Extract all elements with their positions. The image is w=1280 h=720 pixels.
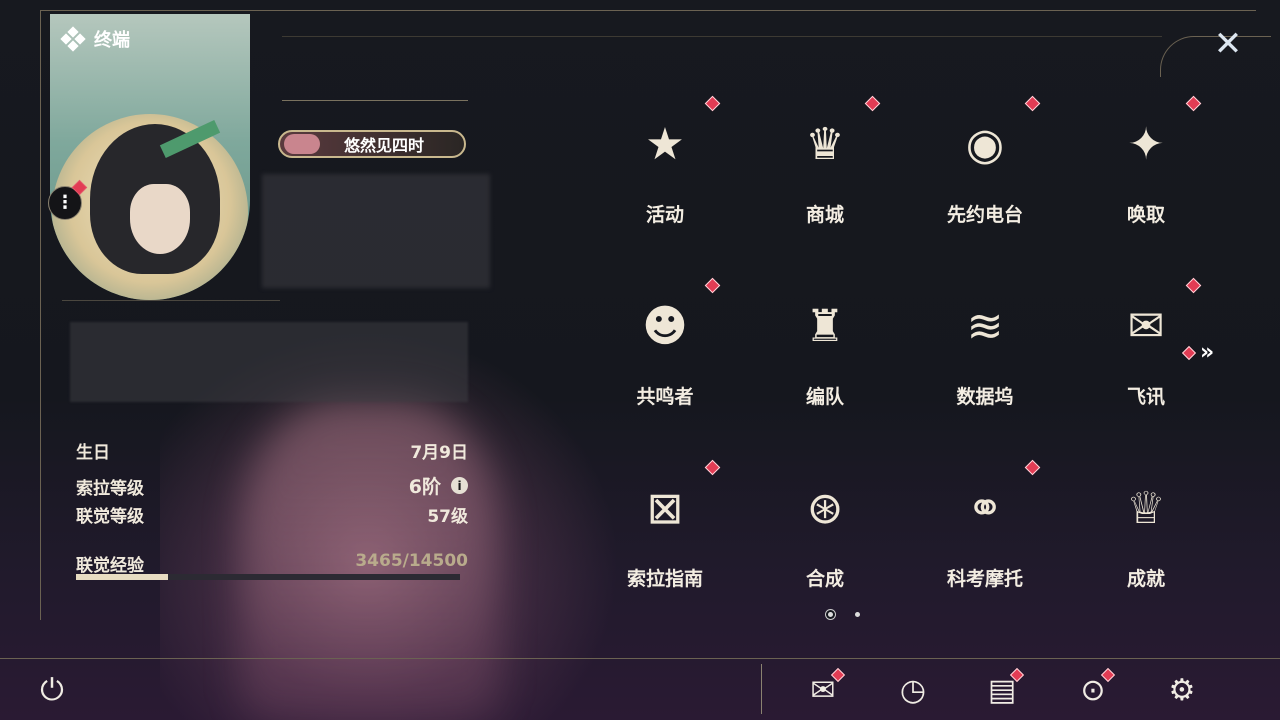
bottom-separator [761, 664, 762, 714]
blurred-name-area [262, 174, 490, 288]
radio-vinyl-icon: ◉ [965, 118, 1005, 170]
notification-badge [704, 95, 721, 112]
notes-icon[interactable]: ▤ [982, 667, 1025, 708]
menu-tile-label: 数据坞 [956, 386, 1014, 408]
menu-tile-label: 先约电台 [946, 204, 1023, 226]
guide-book-icon: ⊠ [646, 482, 684, 534]
blurred-signature-area [70, 322, 468, 402]
menu-tile-9[interactable]: ⊛ 合成 [744, 458, 906, 594]
sola-level-label: 索拉等级 [76, 479, 144, 499]
title-badge-thumb [284, 134, 320, 154]
menu-tile-label: 飞讯 [1126, 386, 1165, 408]
exp-label: 联觉经验 [76, 556, 144, 576]
notification-badge [1024, 459, 1041, 476]
menu-tile-label: 索拉指南 [626, 568, 703, 590]
diamond-cluster-icon [60, 26, 86, 52]
power-icon[interactable]: ⏻ [34, 672, 70, 708]
menu-tile-label: 唤取 [1126, 204, 1165, 226]
menu-tile-label: 编队 [805, 386, 844, 408]
title-badge[interactable]: 悠然见四时 [278, 130, 466, 158]
notification-badge [704, 459, 721, 476]
sola-level-value: 6阶 i [409, 472, 468, 499]
birthday-label: 生日 [76, 443, 110, 463]
data-bank-icon: ≋ [966, 300, 1004, 352]
notification-badge [704, 277, 721, 294]
terminal-label: 终端 [60, 26, 130, 52]
menu-tile-label: 活动 [645, 204, 684, 226]
page-dot-active[interactable] [828, 612, 833, 617]
notification-badge [1024, 95, 1041, 112]
synthesis-orb-icon: ⊛ [806, 482, 844, 534]
menu-tile-4[interactable]: ☻ 共鸣者 [584, 276, 746, 412]
double-chevron-right-icon: » [1200, 340, 1215, 365]
frame-inner-line [282, 36, 1162, 37]
frame-left-line [40, 10, 41, 620]
chess-pieces-icon: ♜ [805, 300, 845, 352]
title-badge-text: 悠然见四时 [343, 136, 424, 155]
menu-tile-label: 合成 [805, 568, 844, 590]
menu-tile-6[interactable]: ≋ 数据坞 [904, 276, 1066, 412]
menu-tile-label: 科考摩托 [946, 568, 1023, 590]
menu-tile-label: 商城 [805, 204, 844, 226]
bottom-bar-line [0, 658, 1280, 659]
convene-compass-icon: ✦ [1127, 118, 1165, 170]
terminal-label-text: 终端 [94, 30, 130, 51]
sola-level-text: 6阶 [408, 476, 441, 498]
exp-progress-bar [76, 574, 460, 580]
page-indicator [828, 612, 860, 617]
menu-tile-label: 共鸣者 [636, 386, 694, 408]
birthday-value: 7月9日 [410, 443, 468, 463]
notification-badge [1185, 277, 1202, 294]
union-level-value: 57级 [427, 507, 468, 527]
resonator-head-icon: ☻ [642, 300, 688, 352]
menu-tile-8[interactable]: ⊠ 索拉指南 [584, 458, 746, 594]
chat-bubble-icon: ✉ [1127, 300, 1165, 352]
close-icon[interactable]: ✕ [1208, 24, 1248, 64]
name-underline [282, 100, 468, 101]
avatar[interactable] [50, 14, 250, 300]
union-level-label: 联觉等级 [76, 507, 144, 527]
event-2hd-icon: ★ [645, 118, 685, 170]
mail-icon[interactable]: ✉ [803, 667, 846, 708]
menu-tile-label: 成就 [1126, 568, 1165, 590]
exp-value: 3465/14500 [355, 551, 468, 571]
motorbike-icon: ⚭ [966, 482, 1004, 534]
settings-gear-icon[interactable]: ⚙ [1162, 672, 1202, 708]
menu-tile-3[interactable]: ✦ 唤取 [1065, 94, 1227, 230]
menu-tile-11[interactable]: ♕ 成就 [1065, 458, 1227, 594]
info-icon[interactable]: i [451, 477, 468, 494]
trophy-icon: ♕ [1126, 482, 1166, 534]
exp-progress-fill [76, 574, 168, 580]
notification-badge [1185, 95, 1202, 112]
page-dot[interactable] [855, 612, 860, 617]
next-page-button[interactable]: » [1181, 340, 1215, 365]
frame-top-line [40, 10, 1256, 11]
notification-badge [1181, 345, 1197, 360]
menu-tile-0[interactable]: ★ 活动 [584, 94, 746, 230]
camera-icon[interactable]: ⊙ [1073, 667, 1116, 708]
menu-tile-2[interactable]: ◉ 先约电台 [904, 94, 1066, 230]
menu-tile-5[interactable]: ♜ 编队 [744, 276, 906, 412]
clock-icon[interactable]: ◷ [893, 672, 933, 708]
profile-divider [62, 300, 280, 301]
shop-cart-icon: ♛ [805, 118, 845, 170]
notification-badge [864, 95, 881, 112]
menu-tile-10[interactable]: ⚭ 科考摩托 [904, 458, 1066, 594]
menu-tile-1[interactable]: ♛ 商城 [744, 94, 906, 230]
